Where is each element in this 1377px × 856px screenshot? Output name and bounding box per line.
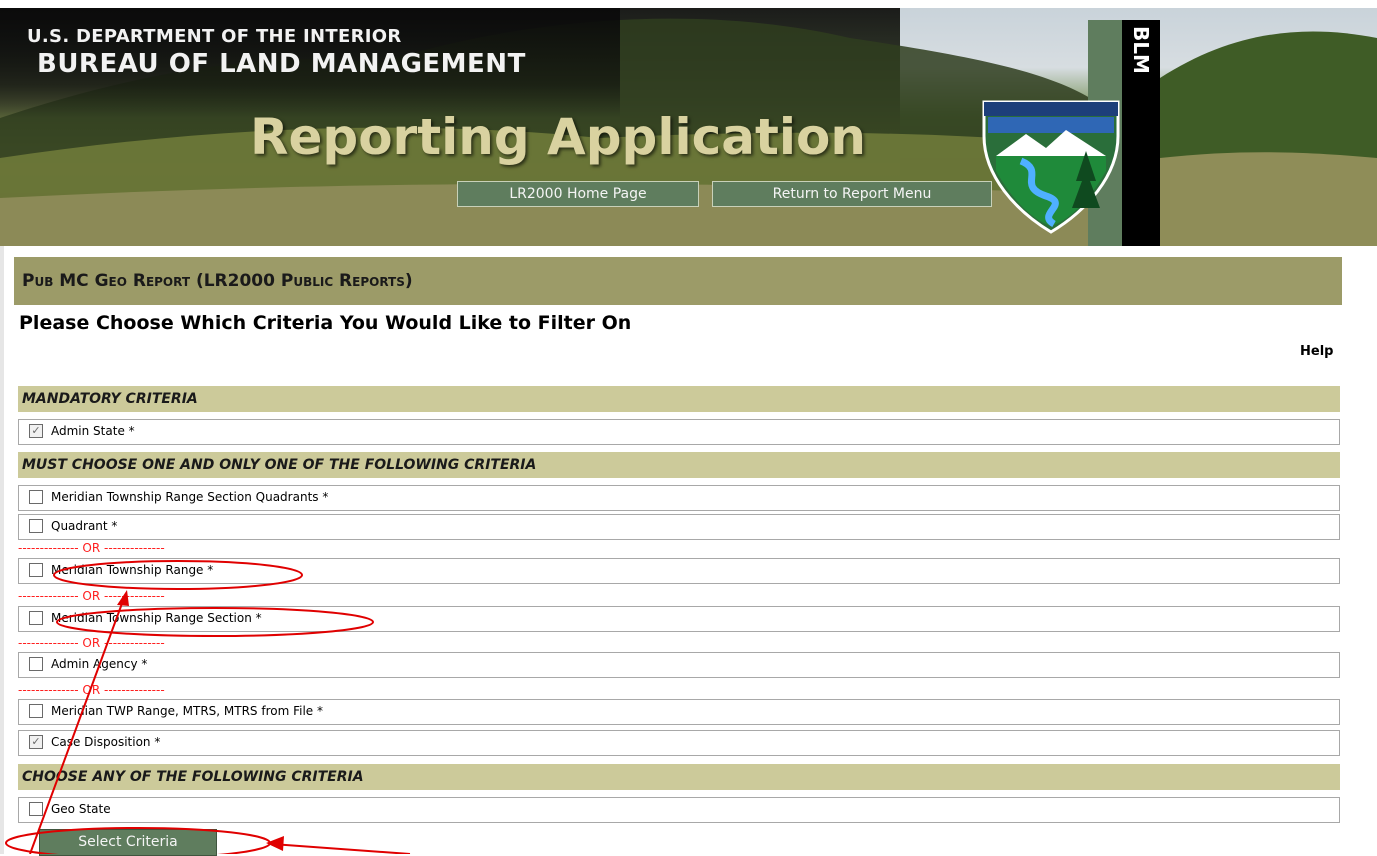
- section-choose-any: Choose Any of the Following Criteria: [18, 764, 1340, 790]
- window-left-edge: [0, 246, 4, 854]
- or-separator: -------------- OR --------------: [18, 589, 165, 603]
- criteria-row-mtr-section-quadrants: Meridian Township Range Section Quadrant…: [18, 485, 1340, 511]
- criteria-label: Quadrant *: [51, 519, 118, 533]
- app-title: Reporting Application: [250, 108, 866, 166]
- or-separator: -------------- OR --------------: [18, 541, 165, 555]
- mtr-section-quadrants-checkbox[interactable]: [29, 490, 43, 504]
- criteria-row-quadrant: Quadrant *: [18, 514, 1340, 540]
- page-instructions: Please Choose Which Criteria You Would L…: [19, 312, 632, 334]
- section-mandatory-criteria: Mandatory Criteria: [18, 386, 1340, 412]
- help-link[interactable]: Help: [1300, 344, 1333, 359]
- criteria-row-geo-state: Geo State: [18, 797, 1340, 823]
- geo-state-checkbox[interactable]: [29, 802, 43, 816]
- admin-state-checkbox[interactable]: ✓: [29, 424, 43, 438]
- department-name: U.S. DEPARTMENT OF THE INTERIOR: [27, 26, 402, 47]
- criteria-row-admin-state: ✓ Admin State *: [18, 419, 1340, 445]
- annotation-arrowhead-bottom: [266, 836, 284, 851]
- criteria-row-mtr-section: Meridian Township Range Section *: [18, 606, 1340, 632]
- select-criteria-button[interactable]: Select Criteria: [39, 829, 217, 856]
- criteria-row-mtr: Meridian Township Range *: [18, 558, 1340, 584]
- annotation-arrow-line-bottom: [271, 843, 411, 854]
- bureau-name: BUREAU OF LAND MANAGEMENT: [37, 49, 526, 79]
- criteria-row-admin-agency: Admin Agency *: [18, 652, 1340, 678]
- criteria-label: Meridian Township Range *: [51, 563, 214, 577]
- section-title: Must Choose One and Only One of the Foll…: [22, 457, 537, 473]
- blm-shield-logo-icon: [982, 100, 1120, 234]
- return-to-report-menu-button[interactable]: Return to Report Menu: [712, 181, 992, 207]
- mtr-section-checkbox[interactable]: [29, 611, 43, 625]
- report-title-bar: Pub MC Geo Report (LR2000 Public Reports…: [14, 257, 1342, 305]
- criteria-row-case-disposition: ✓ Case Disposition *: [18, 730, 1340, 756]
- criteria-label: Geo State: [51, 802, 111, 816]
- quadrant-checkbox[interactable]: [29, 519, 43, 533]
- criteria-label: Meridian Township Range Section Quadrant…: [51, 490, 329, 504]
- report-title: Pub MC Geo Report (LR2000 Public Reports…: [22, 271, 413, 291]
- or-separator: -------------- OR --------------: [18, 683, 165, 697]
- criteria-row-mtr-file: Meridian TWP Range, MTRS, MTRS from File…: [18, 699, 1340, 725]
- criteria-label: Meridian TWP Range, MTRS, MTRS from File…: [51, 704, 323, 718]
- mtr-checkbox[interactable]: [29, 563, 43, 577]
- section-title: Choose Any of the Following Criteria: [22, 769, 364, 785]
- blm-label: BLM: [1129, 26, 1153, 74]
- case-disposition-checkbox[interactable]: ✓: [29, 735, 43, 749]
- criteria-label: Admin Agency *: [51, 657, 148, 671]
- lr2000-home-button[interactable]: LR2000 Home Page: [457, 181, 699, 207]
- criteria-label: Case Disposition *: [51, 735, 161, 749]
- admin-agency-checkbox[interactable]: [29, 657, 43, 671]
- section-choose-one: Must Choose One and Only One of the Foll…: [18, 452, 1340, 478]
- criteria-label: Admin State *: [51, 424, 135, 438]
- header-banner: U.S. DEPARTMENT OF THE INTERIOR BUREAU O…: [0, 8, 1377, 246]
- or-separator: -------------- OR --------------: [18, 636, 165, 650]
- mtr-file-checkbox[interactable]: [29, 704, 43, 718]
- criteria-label: Meridian Township Range Section *: [51, 611, 262, 625]
- section-title: Mandatory Criteria: [22, 391, 198, 407]
